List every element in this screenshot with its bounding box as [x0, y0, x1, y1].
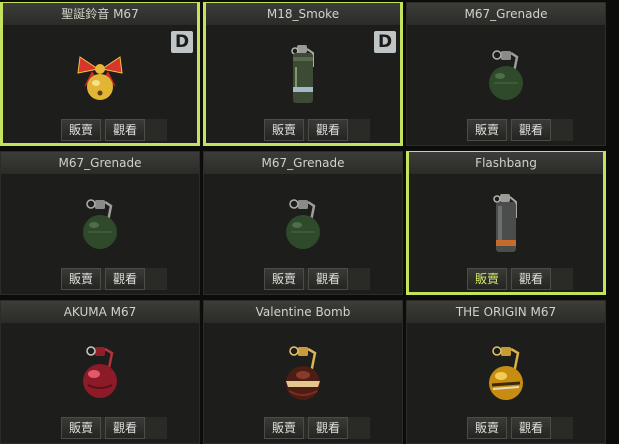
view-button[interactable]: 觀看 — [511, 119, 551, 141]
smoke-grenade-icon — [273, 43, 333, 107]
view-button[interactable]: 觀看 — [308, 417, 348, 439]
item-title: Valentine Bomb — [204, 301, 402, 323]
sell-button[interactable]: 販賣 — [61, 417, 101, 439]
inventory-item-card[interactable]: AKUMA M67 販賣 觀看 — [0, 300, 200, 444]
item-actions: 販賣 觀看 — [264, 417, 370, 439]
sell-button[interactable]: 販賣 — [467, 417, 507, 439]
inventory-item-card[interactable]: THE ORIGIN M67 販賣 觀看 — [406, 300, 606, 444]
view-button[interactable]: 觀看 — [308, 119, 348, 141]
view-button[interactable]: 觀看 — [105, 417, 145, 439]
item-actions: 販賣 觀看 — [61, 417, 167, 439]
inventory-item-card[interactable]: Flashbang 販賣 觀看 — [406, 151, 606, 295]
item-title: M67_Grenade — [204, 152, 402, 174]
view-button[interactable]: 觀看 — [105, 268, 145, 290]
frag-grenade-icon — [70, 192, 130, 256]
view-button[interactable]: 觀看 — [105, 119, 145, 141]
frag-grenade-icon — [273, 192, 333, 256]
sell-button[interactable]: 販賣 — [264, 417, 304, 439]
valentine-bomb-icon — [273, 341, 333, 405]
item-title: AKUMA M67 — [1, 301, 199, 323]
flashbang-icon — [476, 192, 536, 256]
sell-button[interactable]: 販賣 — [467, 268, 507, 290]
item-actions: 販賣 觀看 — [264, 268, 370, 290]
inventory-item-card[interactable]: 聖誕鈴音 M67 D 販賣 觀看 — [0, 2, 200, 146]
item-title: 聖誕鈴音 M67 — [3, 3, 197, 25]
item-title: M67_Grenade — [1, 152, 199, 174]
sell-button[interactable]: 販賣 — [61, 268, 101, 290]
christmas-bell-grenade-icon — [70, 43, 130, 107]
item-title: M67_Grenade — [407, 3, 605, 25]
item-title: M18_Smoke — [206, 3, 400, 25]
item-actions: 販賣 觀看 — [467, 268, 573, 290]
item-actions: 販賣 觀看 — [264, 119, 370, 141]
view-button[interactable]: 觀看 — [511, 268, 551, 290]
akuma-grenade-icon — [70, 341, 130, 405]
item-actions: 販賣 觀看 — [61, 119, 167, 141]
sell-button[interactable]: 販賣 — [264, 268, 304, 290]
view-button[interactable]: 觀看 — [511, 417, 551, 439]
item-actions: 販賣 觀看 — [467, 417, 573, 439]
item-actions: 販賣 觀看 — [467, 119, 573, 141]
inventory-item-card[interactable]: M67_Grenade 販賣 觀看 — [203, 151, 403, 295]
origin-grenade-icon — [476, 341, 536, 405]
inventory-item-card[interactable]: M67_Grenade 販賣 觀看 — [0, 151, 200, 295]
grade-badge: D — [374, 31, 396, 53]
item-actions: 販賣 觀看 — [61, 268, 167, 290]
sell-button[interactable]: 販賣 — [467, 119, 507, 141]
frag-grenade-icon — [476, 43, 536, 107]
grade-badge: D — [171, 31, 193, 53]
sell-button[interactable]: 販賣 — [61, 119, 101, 141]
inventory-grid: 聖誕鈴音 M67 D 販賣 觀看 M18_Smoke D 販賣 觀看 M67_Grenade — [0, 0, 619, 444]
inventory-item-card[interactable]: M18_Smoke D 販賣 觀看 — [203, 2, 403, 146]
inventory-item-card[interactable]: M67_Grenade 販賣 觀看 — [406, 2, 606, 146]
sell-button[interactable]: 販賣 — [264, 119, 304, 141]
item-title: THE ORIGIN M67 — [407, 301, 605, 323]
view-button[interactable]: 觀看 — [308, 268, 348, 290]
inventory-item-card[interactable]: Valentine Bomb 販賣 觀看 — [203, 300, 403, 444]
item-title: Flashbang — [409, 152, 603, 174]
